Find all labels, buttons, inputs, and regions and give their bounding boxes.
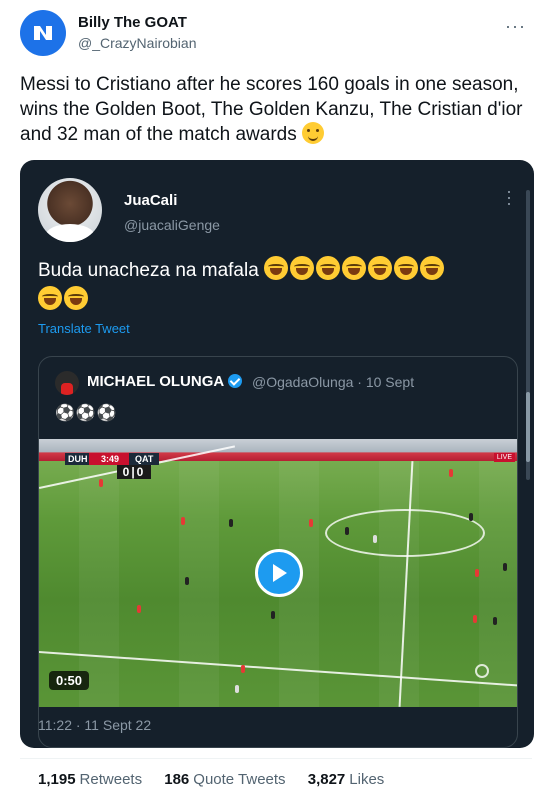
juacali-tweet-text: Buda unacheza na mafala bbox=[38, 256, 518, 316]
embedded-tweet-screenshot: JuaCali @juacaliGenge · · · Buda unacheza … bbox=[20, 160, 534, 748]
player bbox=[475, 569, 479, 577]
score-home-team: DUH bbox=[68, 454, 88, 464]
play-icon bbox=[273, 564, 287, 582]
quotes-label: Quote Tweets bbox=[193, 771, 286, 788]
pitch-stripe bbox=[379, 461, 419, 707]
tweet-timestamp[interactable]: 11:22 · 11 Sept 22 bbox=[38, 717, 151, 733]
olunga-name-text: MICHAEL OLUNGA bbox=[87, 373, 225, 390]
engagement-stats: 1,195 Retweets 186 Quote Tweets 3,827 Likes bbox=[38, 771, 384, 788]
olunga-date: · 10 Sept bbox=[357, 374, 415, 390]
player bbox=[469, 513, 473, 521]
author-name[interactable]: Billy The GOAT bbox=[78, 14, 187, 31]
drooling-face-icon bbox=[302, 122, 324, 144]
rolling-laughing-face-icon bbox=[264, 256, 289, 280]
live-badge: LIVE bbox=[493, 453, 515, 462]
likes-stat[interactable]: 3,827 Likes bbox=[308, 771, 385, 788]
player bbox=[503, 563, 507, 571]
outer-tweet-header: Billy The GOAT @_CrazyNairobian ··· bbox=[20, 10, 530, 58]
player bbox=[235, 685, 239, 693]
rolling-laughing-face-icon bbox=[38, 286, 62, 310]
more-options-icon[interactable]: · · · bbox=[506, 182, 512, 212]
retweets-stat[interactable]: 1,195 Retweets bbox=[38, 771, 142, 788]
score-value: 0|0 bbox=[117, 465, 151, 479]
divider bbox=[20, 758, 532, 759]
juacali-text-content: Buda unacheza na mafala bbox=[38, 260, 259, 281]
player bbox=[449, 469, 453, 477]
player bbox=[137, 605, 141, 613]
juacali-name[interactable]: JuaCali bbox=[124, 192, 177, 209]
quote-tweets-stat[interactable]: 186 Quote Tweets bbox=[164, 771, 285, 788]
player bbox=[229, 519, 233, 527]
olunga-name: MICHAEL OLUNGA bbox=[87, 373, 243, 390]
player bbox=[473, 615, 477, 623]
soccer-ball-icons: ⚽⚽⚽ bbox=[55, 405, 118, 422]
app-logo-icon bbox=[34, 26, 52, 40]
play-button[interactable] bbox=[255, 549, 303, 597]
likes-label: Likes bbox=[349, 771, 385, 788]
author-handle[interactable]: @_CrazyNairobian bbox=[78, 35, 196, 51]
player bbox=[271, 611, 275, 619]
player bbox=[241, 665, 245, 673]
scoreboard-top: DUH 3:49 QAT bbox=[65, 453, 159, 465]
player bbox=[185, 577, 189, 585]
juacali-avatar[interactable] bbox=[38, 178, 102, 242]
olunga-avatar bbox=[55, 371, 79, 395]
rolling-laughing-face-icon bbox=[316, 256, 341, 280]
olunga-handle: @OgadaOlunga bbox=[252, 374, 354, 390]
likes-count: 3,827 bbox=[307, 771, 346, 788]
laughing-tears-face-icon bbox=[342, 256, 367, 280]
player bbox=[181, 517, 185, 525]
player bbox=[493, 617, 497, 625]
video-duration: 0:50 bbox=[49, 671, 90, 690]
laughing-tears-face-icon bbox=[394, 256, 419, 280]
olunga-meta: @OgadaOlunga · 10 Sept bbox=[252, 374, 414, 390]
score-clock: 3:49 bbox=[101, 454, 120, 464]
player bbox=[373, 535, 377, 543]
scoreboard: DUH 3:49 QAT 0|0 bbox=[65, 453, 159, 479]
rolling-laughing-face-icon bbox=[290, 256, 315, 280]
player bbox=[309, 519, 313, 527]
verified-badge-icon bbox=[228, 374, 243, 388]
watermark-icon bbox=[475, 664, 489, 678]
laughing-tears-face-icon bbox=[420, 256, 445, 280]
avatar[interactable] bbox=[20, 10, 66, 56]
tweet-text: Messi to Cristiano after he scores 160 g… bbox=[20, 72, 535, 147]
player bbox=[99, 479, 103, 487]
more-options-button[interactable]: ··· bbox=[505, 16, 526, 37]
scrollbar-thumb[interactable] bbox=[526, 392, 530, 462]
laughing-tears-face-icon bbox=[368, 256, 393, 280]
translate-tweet-link[interactable]: Translate Tweet bbox=[38, 321, 130, 336]
center-circle bbox=[325, 509, 485, 557]
tweet-text-content: Messi to Cristiano after he scores 160 g… bbox=[20, 74, 523, 145]
quoted-tweet[interactable]: MICHAEL OLUNGA @OgadaOlunga · 10 Sept ⚽⚽… bbox=[38, 356, 518, 748]
quotes-count: 186 bbox=[164, 771, 190, 788]
video-player[interactable]: DUH 3:49 QAT 0|0 LIVE 0:50 bbox=[39, 439, 517, 707]
rolling-laughing-face-icon bbox=[64, 286, 88, 310]
juacali-handle[interactable]: @juacaliGenge bbox=[124, 217, 220, 233]
player bbox=[345, 527, 349, 535]
score-away-team: QAT bbox=[135, 454, 154, 464]
retweets-count: 1,195 bbox=[38, 771, 76, 788]
retweets-label: Retweets bbox=[79, 771, 143, 788]
